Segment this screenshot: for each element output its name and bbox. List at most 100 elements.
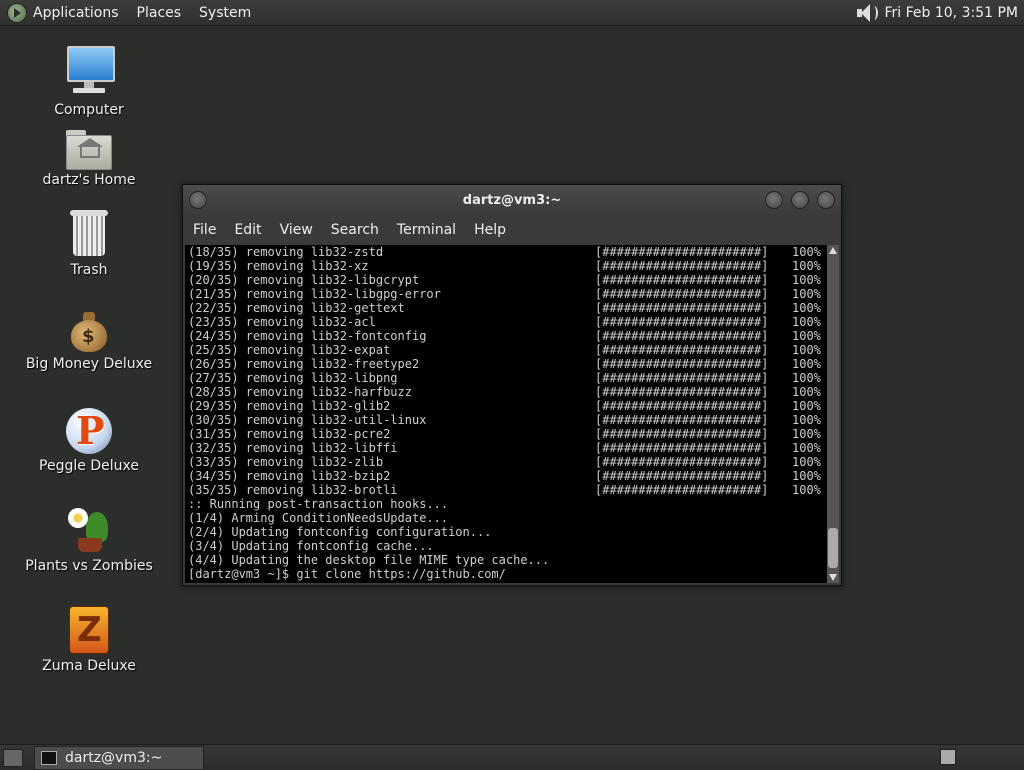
progress-row-text: (25/35) removing lib32-expat [188,343,391,357]
system-menu[interactable]: System [199,5,251,21]
taskbar-button-label: dartz@vm3:~ [65,750,163,766]
desktop-icon-label: Trash [70,262,108,278]
bottom-panel: dartz@vm3:~ [0,744,1024,770]
progress-row: (35/35) removing lib32-brotli [##########… [185,483,827,497]
desktop-icon-computer[interactable]: Computer [18,46,160,118]
progress-row-percent: 100% [792,315,821,329]
terminal-line: (3/4) Updating fontconfig cache... [188,539,434,553]
progress-row-bar: [######################] [595,287,769,301]
menu-terminal[interactable]: Terminal [397,222,456,238]
progress-row-text: (19/35) removing lib32-xz [188,259,369,273]
scroll-down-icon[interactable] [829,574,837,581]
progress-row-text: (22/35) removing lib32-gettext [188,301,405,315]
progress-row-bar: [######################] [595,357,769,371]
desktop-icon-plants[interactable]: Plants vs Zombies [18,504,160,574]
progress-row-percent: 100% [792,371,821,385]
top-panel: Applications Places System Fri Feb 10, 3… [0,0,1024,26]
progress-row: (20/35) removing lib32-libgcrypt [#######… [185,273,827,287]
progress-row-percent: 100% [792,413,821,427]
terminal-output[interactable]: (18/35) removing lib32-zstd [############… [185,245,827,583]
desktop-icon-label: Big Money Deluxe [25,356,153,372]
trash-icon [70,210,108,258]
desktop-icon-trash[interactable]: Trash [18,210,160,278]
progress-row-percent: 100% [792,357,821,371]
progress-row: (24/35) removing lib32-fontconfig [######… [185,329,827,343]
progress-row-text: (28/35) removing lib32-harfbuzz [188,385,412,399]
terminal-icon [41,751,57,765]
progress-row: (18/35) removing lib32-zstd [############… [185,245,827,259]
desktop-icon-big-money[interactable]: $ Big Money Deluxe [18,310,160,372]
progress-row-percent: 100% [792,385,821,399]
progress-row-text: (35/35) removing lib32-brotli [188,483,398,497]
progress-row-bar: [######################] [595,413,769,427]
progress-row-percent: 100% [792,301,821,315]
progress-row-percent: 100% [792,273,821,287]
progress-row: (19/35) removing lib32-xz [##############… [185,259,827,273]
taskbar-button-terminal[interactable]: dartz@vm3:~ [34,746,204,770]
scrollbar-thumb[interactable] [828,528,838,568]
main-menu-icon[interactable] [7,2,27,23]
progress-row: (34/35) removing lib32-bzip2 [###########… [185,469,827,483]
desktop-icon-label: Computer [54,102,124,118]
places-menu[interactable]: Places [137,5,182,21]
progress-row-percent: 100% [792,245,821,259]
money-bag-icon: $ [69,310,109,352]
progress-row: (33/35) removing lib32-zlib [############… [185,455,827,469]
progress-row-bar: [######################] [595,343,769,357]
zuma-icon: Z [69,606,109,654]
desktop-icon-label: Zuma Deluxe [42,658,136,674]
progress-row-bar: [######################] [595,245,769,259]
progress-row-text: (34/35) removing lib32-bzip2 [188,469,391,483]
window-titlebar[interactable]: dartz@vm3:~ [183,185,841,215]
progress-row-text: (30/35) removing lib32-util-linux [188,413,427,427]
close-button[interactable] [817,191,835,209]
panel-tray: Fri Feb 10, 3:51 PM [855,0,1019,25]
command-prompt-line[interactable]: [dartz@vm3 ~]$ git clone https://github.… [185,567,827,581]
terminal-window: dartz@vm3:~ File Edit View Search Termin… [182,184,842,586]
progress-row-percent: 100% [792,343,821,357]
applications-menu[interactable]: Applications [33,5,119,21]
progress-row: (23/35) removing lib32-acl [#############… [185,315,827,329]
progress-row-text: (29/35) removing lib32-glib2 [188,399,391,413]
volume-icon[interactable] [855,3,878,23]
progress-row-text: (27/35) removing lib32-libpng [188,371,398,385]
desktop-icon-home[interactable]: dartz's Home [18,130,160,188]
progress-row: (21/35) removing lib32-libgpg-error [####… [185,287,827,301]
clock[interactable]: Fri Feb 10, 3:51 PM [885,5,1019,21]
progress-row-bar: [######################] [595,273,769,287]
workspace-switcher[interactable] [940,749,956,765]
terminal-line: :: Running post-transaction hooks... [188,497,449,511]
maximize-button[interactable] [791,191,809,209]
menu-search[interactable]: Search [331,222,379,238]
progress-row-percent: 100% [792,329,821,343]
desktop-icon-label: Plants vs Zombies [25,558,153,574]
progress-row-text: (31/35) removing lib32-pcre2 [188,427,391,441]
desktop-icon-zuma[interactable]: Z Zuma Deluxe [18,606,160,674]
window-title: dartz@vm3:~ [462,193,562,208]
progress-row-bar: [######################] [595,483,769,497]
progress-row: (22/35) removing lib32-gettext [#########… [185,301,827,315]
terminal-scrollbar[interactable] [827,245,839,583]
progress-row: (26/35) removing lib32-freetype2 [#######… [185,357,827,371]
computer-icon [65,46,115,98]
progress-row-percent: 100% [792,441,821,455]
progress-row-text: (23/35) removing lib32-acl [188,315,376,329]
plants-icon [66,504,112,554]
terminal-menubar: File Edit View Search Terminal Help [183,215,841,245]
desktop-icon-peggle[interactable]: P Peggle Deluxe [18,408,160,474]
progress-row-bar: [######################] [595,441,769,455]
show-desktop-icon[interactable] [3,749,23,767]
menu-file[interactable]: File [193,222,216,238]
menu-view[interactable]: View [280,222,313,238]
progress-row-text: (20/35) removing lib32-libgcrypt [188,273,420,287]
menu-help[interactable]: Help [474,222,506,238]
progress-row-text: (18/35) removing lib32-zstd [188,245,384,259]
progress-row-percent: 100% [792,399,821,413]
progress-row-percent: 100% [792,455,821,469]
progress-row-bar: [######################] [595,259,769,273]
menu-edit[interactable]: Edit [234,222,261,238]
minimize-button[interactable] [765,191,783,209]
terminal-line: (4/4) Updating the desktop file MIME typ… [188,553,550,567]
scroll-up-icon[interactable] [829,247,837,254]
progress-row-text: (32/35) removing lib32-libffi [188,441,398,455]
